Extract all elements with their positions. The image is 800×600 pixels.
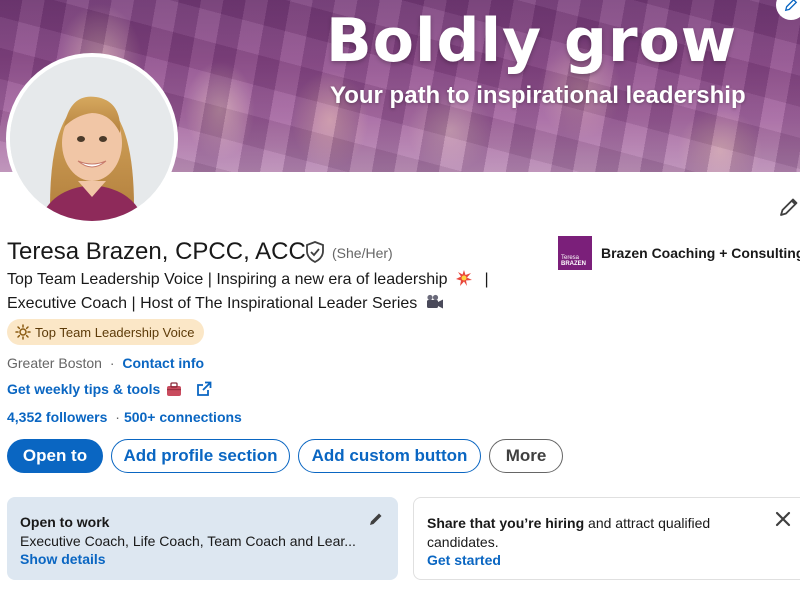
- banner-title: Boldly grow: [326, 6, 738, 76]
- tips-link-label: Get weekly tips & tools: [7, 381, 161, 397]
- weekly-tips-link[interactable]: Get weekly tips & tools: [7, 381, 212, 397]
- stats-separator: ·: [115, 409, 120, 425]
- location-separator: ·: [109, 355, 115, 371]
- avatar-portrait: [10, 57, 174, 221]
- open-to-work-card[interactable]: Open to work Executive Coach, Life Coach…: [7, 497, 398, 580]
- network-stats: 4,352 followers · 500+ connections: [7, 409, 242, 425]
- headline-line-1: Top Team Leadership Voice | Inspiring a …: [7, 269, 527, 293]
- current-company[interactable]: Teresa BRAZEN Brazen Coaching + Consulti…: [558, 236, 800, 270]
- open-to-work-title: Open to work: [20, 514, 110, 530]
- badge-label: Top Team Leadership Voice: [35, 324, 195, 340]
- followers-link[interactable]: 4,352 followers: [7, 409, 107, 425]
- add-custom-button[interactable]: Add custom button: [298, 439, 481, 473]
- close-icon[interactable]: [774, 510, 792, 528]
- headline-line-2: Executive Coach | Host of The Inspiratio…: [7, 293, 527, 317]
- headline-separator: |: [484, 271, 489, 288]
- hiring-strong-text: Share that you’re hiring: [427, 515, 585, 531]
- pronouns: (She/Her): [332, 245, 393, 261]
- get-started-link[interactable]: Get started: [427, 551, 799, 570]
- profile-headline: Top Team Leadership Voice | Inspiring a …: [7, 269, 527, 317]
- location-row: Greater Boston · Contact info: [7, 355, 204, 371]
- profile-name: Teresa Brazen, CPCC, ACC: [7, 238, 306, 265]
- company-logo-text-2: BRAZEN: [561, 261, 586, 267]
- headline-text-1: Top Team Leadership Voice | Inspiring a …: [7, 271, 448, 288]
- company-name: Brazen Coaching + Consulting: [601, 245, 800, 261]
- pencil-icon: [784, 0, 798, 12]
- explosion-emoji-icon: [456, 270, 473, 293]
- add-profile-section-button[interactable]: Add profile section: [111, 439, 290, 473]
- banner-subtitle: Your path to inspirational leadership: [330, 82, 746, 109]
- briefcase-emoji-icon: [167, 381, 182, 396]
- hiring-card[interactable]: Share that you’re hiring and attract qua…: [413, 497, 800, 580]
- location-text: Greater Boston: [7, 355, 102, 371]
- company-logo: Teresa BRAZEN: [558, 236, 592, 270]
- banner-edit-button[interactable]: [776, 0, 800, 20]
- pencil-icon: [780, 198, 798, 216]
- open-to-work-description: Executive Coach, Life Coach, Team Coach …: [20, 532, 356, 549]
- headline-text-2: Executive Coach | Host of The Inspiratio…: [7, 295, 418, 312]
- show-details-link[interactable]: Show details: [20, 550, 385, 569]
- verified-shield-icon[interactable]: [305, 241, 325, 264]
- open-to-button[interactable]: Open to: [7, 439, 103, 473]
- pencil-icon: [370, 513, 382, 525]
- top-voice-badge[interactable]: Top Team Leadership Voice: [7, 319, 205, 345]
- video-camera-emoji-icon: [426, 294, 444, 317]
- connections-link[interactable]: 500+ connections: [124, 409, 242, 425]
- edit-intro-button[interactable]: [778, 196, 800, 218]
- more-button[interactable]: More: [489, 439, 563, 473]
- profile-avatar[interactable]: [6, 53, 178, 225]
- contact-info-link[interactable]: Contact info: [122, 355, 204, 371]
- hiring-card-text: Share that you’re hiring and attract qua…: [427, 514, 747, 551]
- sun-badge-icon: [15, 324, 31, 340]
- external-link-icon: [197, 381, 212, 396]
- avatar-photo: [10, 57, 174, 221]
- edit-open-to-work-button[interactable]: [368, 511, 384, 527]
